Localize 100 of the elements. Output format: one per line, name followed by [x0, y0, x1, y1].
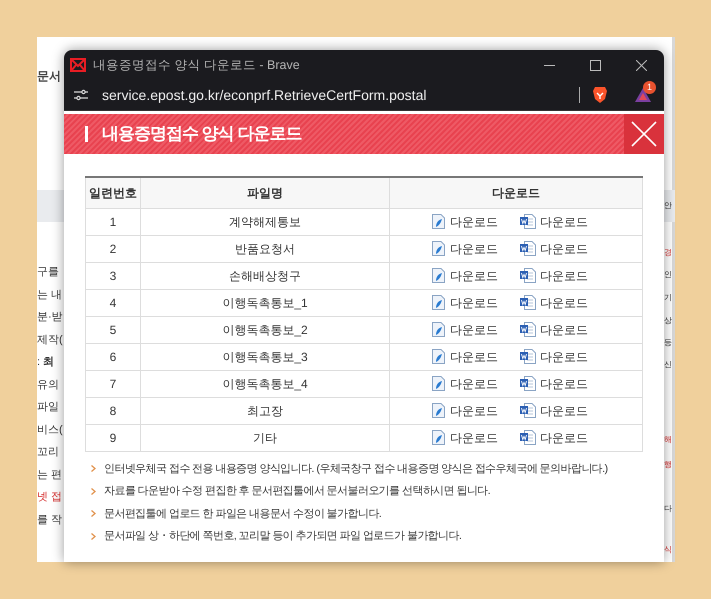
- download-link[interactable]: 다운로드: [540, 266, 588, 284]
- page-text: 해: [664, 434, 672, 446]
- close-button[interactable]: [624, 114, 664, 154]
- chevron-icon: [91, 465, 96, 472]
- download-link[interactable]: 다운로드: [540, 294, 588, 312]
- note-text: 자료를 다운받아 수정 편집한 후 문서편집툴에서 문서불러오기를 선택하시면 됩니다.: [104, 484, 490, 499]
- word-document-icon: [520, 214, 536, 229]
- table-cell: 최고장: [140, 397, 390, 424]
- note-text: 인터넷우체국 접수 전용 내용증명 양식입니다. (우체국창구 접수 내용증명 양식은 접수우체국에 문의바랍니다.): [104, 462, 608, 476]
- page-text: 파일: [37, 400, 59, 415]
- download-link[interactable]: 다운로드: [540, 212, 588, 230]
- page-text: 넷 접: [37, 490, 62, 505]
- page-text: : 최: [37, 355, 54, 370]
- document-icon: [432, 322, 446, 337]
- word-document-icon: [520, 295, 536, 310]
- table-cell: 이행독촉통보_2: [140, 316, 390, 343]
- page-text: 안: [664, 200, 672, 212]
- download-link[interactable]: 다운로드: [450, 320, 498, 338]
- download-link[interactable]: 다운로드: [540, 374, 588, 392]
- column-header: 일련번호: [86, 177, 140, 208]
- download-link[interactable]: 다운로드: [450, 212, 498, 230]
- table-cell: 5: [86, 316, 140, 343]
- page-text: 등: [664, 337, 672, 349]
- url-text[interactable]: service.epost.go.kr/econprf.RetrieveCertForm.postal: [102, 84, 426, 106]
- document-icon: [432, 376, 446, 391]
- table-cell: 7: [86, 370, 140, 397]
- window-title: 내용증명접수 양식 다운로드 - Brave: [93, 56, 300, 74]
- table-cell: 6: [86, 343, 140, 370]
- word-document-icon: [520, 241, 536, 256]
- note-text: 문서편집툴에 업로드 한 파일은 내용문서 수정이 불가합니다.: [104, 506, 382, 522]
- page-heading: 문서: [37, 68, 61, 85]
- table-cell: 기타: [140, 424, 390, 451]
- page-text: 는 내: [37, 288, 62, 302]
- page-text: 분·받: [37, 310, 63, 325]
- settings-icon[interactable]: [74, 89, 88, 101]
- note-text: 문서파일 상・하단에 쪽번호, 꼬리말 등이 추가되면 파일 업로드가 불가합니다.: [104, 529, 462, 544]
- table-cell: 2: [86, 235, 140, 262]
- column-header: 파일명: [140, 177, 390, 208]
- download-link[interactable]: 다운로드: [540, 348, 588, 366]
- download-link[interactable]: 다운로드: [540, 402, 588, 420]
- envelope-icon: [69, 58, 87, 72]
- document-icon: [432, 403, 446, 418]
- table-cell: 4: [86, 289, 140, 316]
- download-link[interactable]: 다운로드: [450, 348, 498, 366]
- page-text: 꼬리: [37, 445, 59, 460]
- download-link[interactable]: 다운로드: [450, 428, 498, 446]
- close-icon: [631, 121, 657, 147]
- download-link[interactable]: 다운로드: [540, 320, 588, 338]
- page-text: 행: [664, 459, 672, 471]
- table-cell: 손해배상청구: [140, 262, 390, 289]
- minimize-icon: [544, 64, 554, 66]
- table-cell: 반품요청서: [140, 235, 390, 262]
- word-document-icon: [520, 349, 536, 364]
- document-icon: [432, 214, 446, 229]
- download-link[interactable]: 다운로드: [450, 374, 498, 392]
- table-cell: 이행독촉통보_1: [140, 289, 390, 316]
- page-text: 기: [664, 292, 672, 304]
- word-document-icon: [520, 322, 536, 337]
- table-cell: 8: [86, 397, 140, 424]
- document-icon: [432, 295, 446, 310]
- download-link[interactable]: 다운로드: [450, 240, 498, 258]
- chevron-icon: [91, 488, 96, 495]
- notification-badge: 1: [643, 81, 656, 94]
- page-text: 유의: [37, 378, 59, 392]
- chevron-icon: [91, 510, 96, 518]
- table-cell: 이행독촉통보_4: [140, 370, 390, 397]
- page-text: 경: [664, 247, 672, 259]
- page-text: 상: [664, 315, 672, 327]
- table-cell: 이행독촉통보_3: [140, 343, 390, 370]
- download-link[interactable]: 다운로드: [450, 294, 498, 312]
- word-document-icon: [520, 403, 536, 418]
- page-text: 신: [664, 359, 672, 371]
- page-text: 인: [664, 269, 672, 281]
- document-icon: [432, 430, 446, 445]
- page-text: 는 편: [37, 468, 62, 482]
- popup-title: 내용증명접수 양식 다운로드: [102, 123, 302, 146]
- download-link[interactable]: 다운로드: [450, 266, 498, 284]
- maximize-icon: [590, 60, 600, 70]
- chevron-icon: [91, 532, 96, 540]
- table-cell: 3: [86, 262, 140, 289]
- table-cell: 9: [86, 424, 140, 451]
- page-text: 구를: [37, 265, 59, 280]
- close-icon: [636, 60, 646, 70]
- word-document-icon: [520, 268, 536, 283]
- document-icon: [432, 241, 446, 256]
- word-document-icon: [520, 430, 536, 445]
- page-text: 비스(: [37, 422, 63, 438]
- page-text: 제작(: [37, 332, 63, 348]
- download-link[interactable]: 다운로드: [450, 402, 498, 420]
- page-text: 를 작: [37, 512, 62, 528]
- word-document-icon: [520, 376, 536, 391]
- download-link[interactable]: 다운로드: [540, 428, 588, 446]
- column-header: 다운로드: [390, 177, 642, 208]
- table-cell: 1: [86, 208, 140, 235]
- page-text: 다: [664, 503, 672, 515]
- document-icon: [432, 349, 446, 364]
- document-icon: [432, 268, 446, 283]
- page-text: 식: [664, 544, 672, 556]
- download-link[interactable]: 다운로드: [540, 240, 588, 258]
- table-cell: 계약해제통보: [140, 208, 390, 235]
